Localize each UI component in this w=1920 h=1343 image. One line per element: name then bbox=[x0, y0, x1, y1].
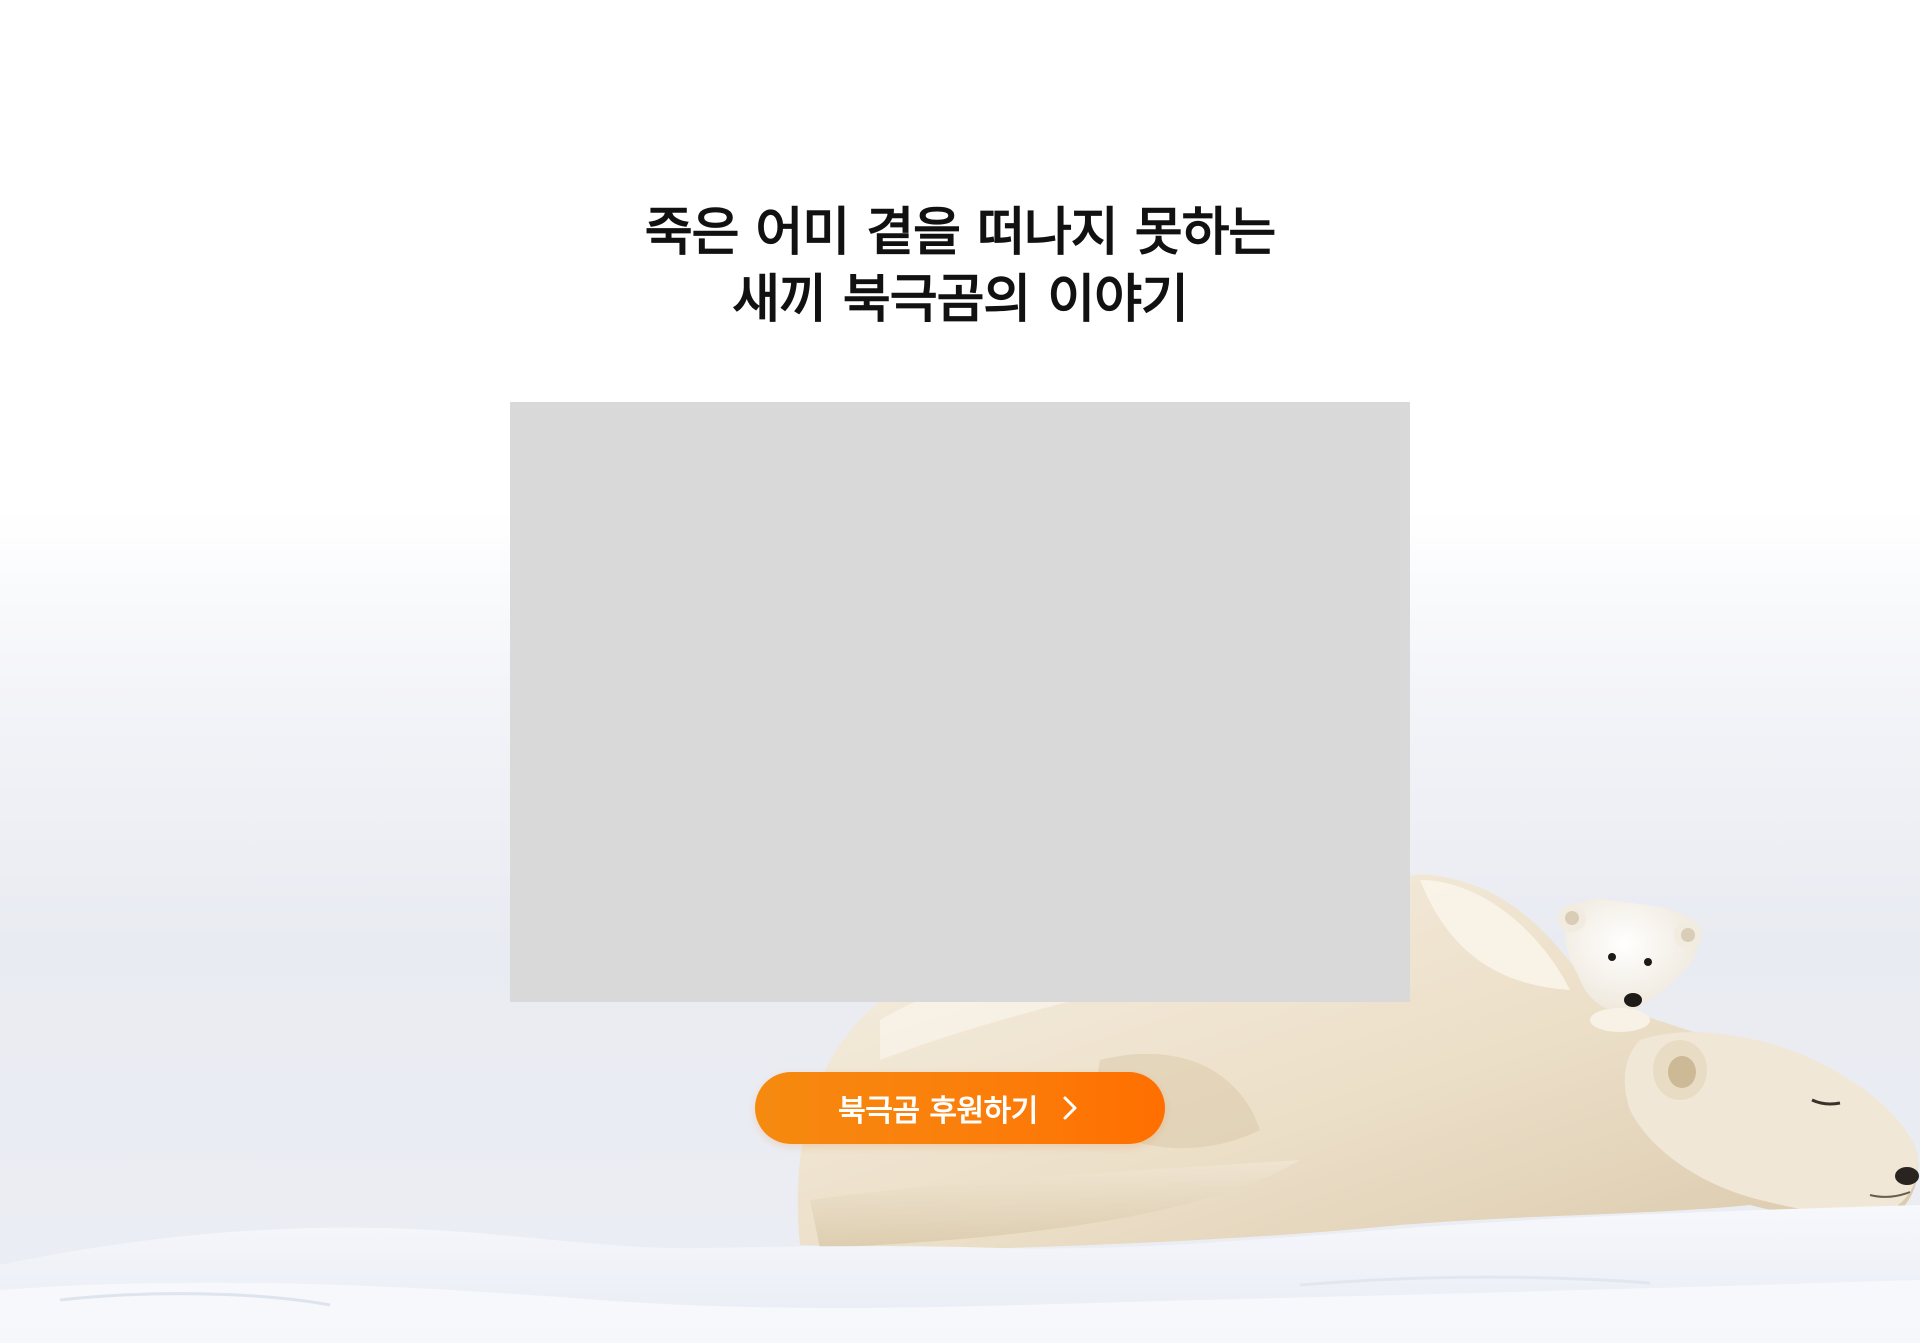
donate-button-label: 북극곰 후원하기 bbox=[838, 1094, 1038, 1129]
chevron-right-icon bbox=[1058, 1092, 1082, 1124]
page-title-line-1: 죽은 어미 곁을 떠나지 못하는 bbox=[644, 203, 1277, 263]
video-placeholder[interactable] bbox=[510, 402, 1410, 1002]
page-title-line-2: 새끼 북극곰의 이야기 bbox=[732, 270, 1189, 330]
page-title: 죽은 어미 곁을 떠나지 못하는 새끼 북극곰의 이야기 bbox=[0, 200, 1920, 334]
campaign-page: 죽은 어미 곁을 떠나지 못하는 새끼 북극곰의 이야기 북극곰 후원하기 bbox=[0, 0, 1920, 1343]
donate-polar-bear-button[interactable]: 북극곰 후원하기 bbox=[755, 1072, 1165, 1144]
